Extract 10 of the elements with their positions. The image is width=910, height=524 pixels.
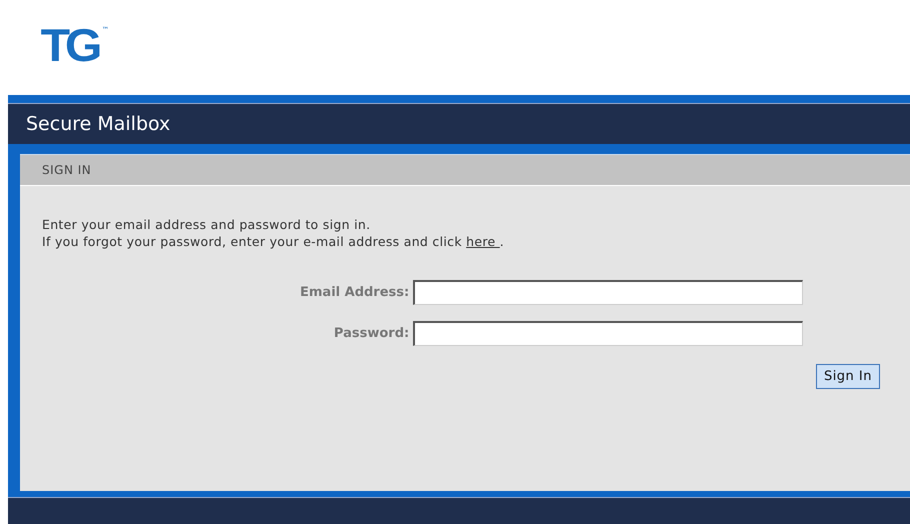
instruction-text: Enter your email address and password to sign in. <box>42 216 372 233</box>
section-title: SIGN IN <box>42 163 92 177</box>
page-title: Secure Mailbox <box>26 113 170 135</box>
field-label: Password: <box>332 326 410 341</box>
input-field[interactable] <box>413 321 804 346</box>
input-field[interactable] <box>413 280 804 305</box>
sign-in-button[interactable]: Sign In <box>816 364 880 389</box>
here-link[interactable]: here <box>466 234 500 249</box>
field-label: Email Address: <box>300 285 410 300</box>
instruction-text: If you forgot your password, enter your e-mail address and click here . <box>42 233 506 250</box>
